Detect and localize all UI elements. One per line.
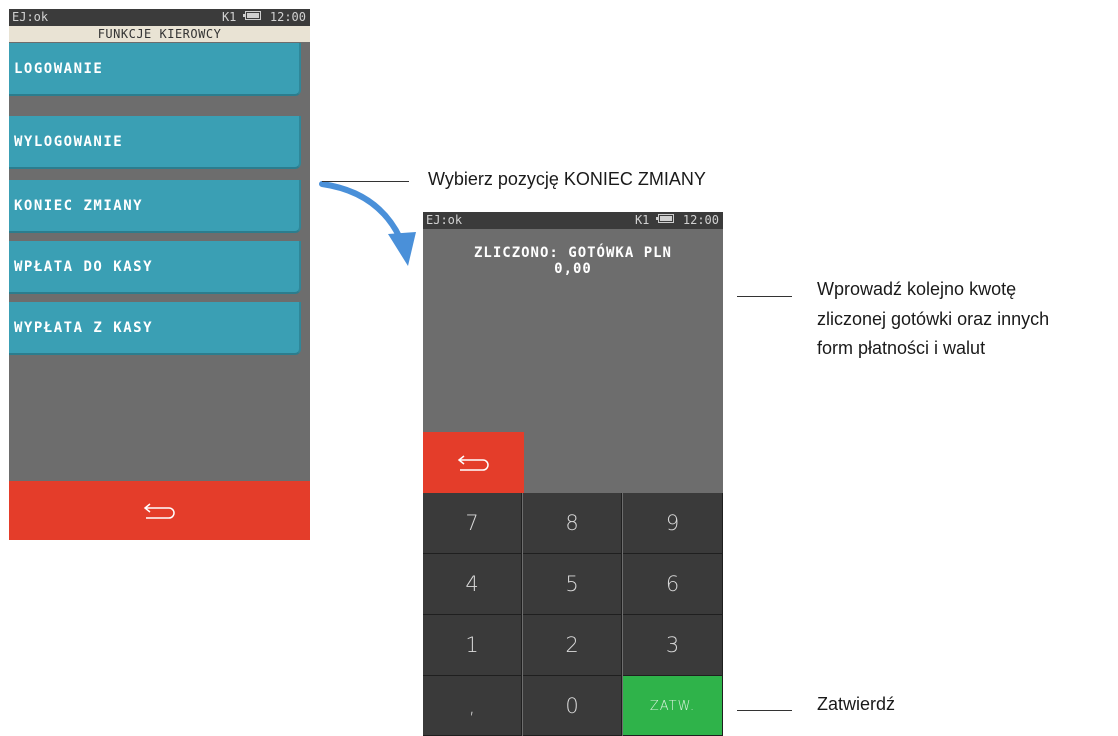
back-button[interactable] [9,481,310,540]
callout-select: Wybierz pozycję KONIEC ZMIANY [428,169,706,189]
callout-line-confirm [737,710,792,711]
menu-item-wyplata-z-kasy[interactable]: WYPŁATA Z KASY [9,302,301,355]
display-amount: 0,00 [554,261,592,277]
key-0[interactable]: 0 [523,676,622,736]
menu-item-wylogowanie[interactable]: WYLOGOWANIE [9,116,301,169]
curved-arrow-icon [319,181,416,266]
return-arrow-icon [143,502,175,519]
status-right: K1 12:00 [222,9,306,26]
status-bar: EJ:ok K1 12:00 [9,9,310,26]
callout-enter-line1: Wprowadź kolejno kwotę [817,279,1017,299]
key-8[interactable]: 8 [523,493,622,554]
status-bar: EJ:ok K1 12:00 [423,212,723,229]
ej-status: EJ:ok [426,213,463,227]
key-comma[interactable]: , [423,676,522,736]
return-arrow-icon [457,454,489,471]
callout-enter-line3: form płatności i walut [817,338,986,358]
key-1[interactable]: 1 [423,615,522,676]
menu-item-logowanie[interactable]: LOGOWANIE [9,43,301,96]
callout-line-enter [737,296,792,297]
ej-status: EJ:ok [12,10,49,24]
key-3[interactable]: 3 [623,615,723,676]
cash-count-screen: EJ:ok K1 12:00 ZLICZONO: GOTÓWKA PLN 0,0… [423,212,723,736]
menu-item-wplata-do-kasy[interactable]: WPŁATA DO KASY [9,241,301,294]
clock: 12:00 [269,10,306,24]
menu-item-koniec-zmiany[interactable]: KONIEC ZMIANY [9,180,301,233]
callout-enter-line2: zliczonej gotówki oraz innych [817,309,1050,329]
confirm-button[interactable]: ZATW. [623,676,723,736]
key-7[interactable]: 7 [423,493,522,554]
key-5[interactable]: 5 [523,554,622,615]
back-button[interactable] [423,432,524,493]
key-6[interactable]: 6 [623,554,723,615]
screen-title: FUNKCJE KIEROWCY [9,26,310,42]
battery-icon [655,214,674,223]
driver-functions-screen: EJ:ok K1 12:00 FUNKCJE KIEROWCY LOGOWANI… [9,9,310,540]
key-4[interactable]: 4 [423,554,522,615]
register-id: K1 [634,213,650,227]
callout-confirm: Zatwierdź [817,694,896,714]
status-right: K1 12:00 [635,212,719,229]
key-2[interactable]: 2 [523,615,622,676]
display-prompt: ZLICZONO: GOTÓWKA PLN [473,245,672,261]
key-9[interactable]: 9 [623,493,723,554]
register-id: K1 [221,10,237,24]
callout-line-select [322,181,409,182]
battery-icon [242,11,261,20]
clock: 12:00 [682,213,719,227]
